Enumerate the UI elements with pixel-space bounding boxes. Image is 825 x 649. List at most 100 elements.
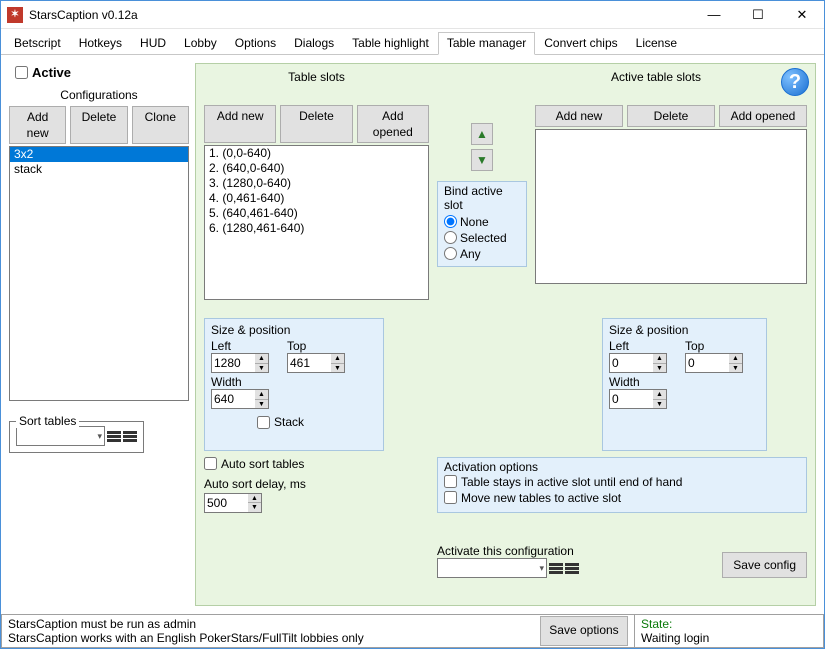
tab-license[interactable]: License bbox=[627, 32, 686, 54]
auto-sort-delay-spinner[interactable]: ▲▼ bbox=[248, 493, 262, 513]
chevron-down-icon: ▾ bbox=[97, 431, 102, 442]
status-message: StarsCaption must be run as admin StarsC… bbox=[1, 614, 534, 648]
minimize-button[interactable]: — bbox=[692, 1, 736, 29]
active-table-slots-list[interactable] bbox=[535, 129, 807, 284]
save-options-button[interactable]: Save options bbox=[540, 616, 628, 646]
config-clone-button[interactable]: Clone bbox=[132, 106, 189, 144]
active-width-input[interactable] bbox=[609, 389, 653, 409]
auto-sort-delay-input[interactable] bbox=[204, 493, 248, 513]
titlebar: ✶ StarsCaption v0.12a — ☐ ✕ bbox=[1, 1, 824, 29]
maximize-button[interactable]: ☐ bbox=[736, 1, 780, 29]
sort-tables-combo[interactable]: ▾ bbox=[16, 426, 105, 446]
active-slots-add-opened-button[interactable]: Add opened bbox=[719, 105, 807, 127]
left-spinner[interactable]: ▲▼ bbox=[255, 353, 269, 373]
table-slots-list[interactable]: 1. (0,0-640)2. (640,0-640)3. (1280,0-640… bbox=[204, 145, 429, 300]
tab-hotkeys[interactable]: Hotkeys bbox=[70, 32, 131, 54]
tab-options[interactable]: Options bbox=[226, 32, 285, 54]
table-manager-panel: ? Table slots Active table slots Add new… bbox=[195, 63, 816, 606]
width-label: Width bbox=[211, 375, 269, 389]
sort-tables-group: Sort tables ▾ bbox=[9, 421, 144, 453]
app-icon: ✶ bbox=[7, 7, 23, 23]
state-title: State: bbox=[641, 617, 817, 631]
sort-run-icon-2[interactable] bbox=[123, 426, 137, 446]
config-item[interactable]: 3x2 bbox=[10, 147, 188, 162]
active-top-input[interactable] bbox=[685, 353, 729, 373]
move-up-button[interactable]: ▲ bbox=[471, 123, 493, 145]
activate-run-icon[interactable] bbox=[549, 558, 563, 578]
tab-table-manager[interactable]: Table manager bbox=[438, 32, 535, 55]
active-width-label: Width bbox=[609, 375, 667, 389]
stack-label: Stack bbox=[274, 415, 304, 429]
active-table-slots-title: Active table slots bbox=[535, 68, 807, 99]
left-column: Active Configurations Add new Delete Clo… bbox=[9, 63, 189, 606]
configurations-label: Configurations bbox=[9, 88, 189, 102]
config-add-new-button[interactable]: Add new bbox=[9, 106, 66, 144]
bind-none-radio[interactable]: None bbox=[444, 214, 520, 230]
statusbar: StarsCaption must be run as admin StarsC… bbox=[1, 614, 824, 648]
tab-hud[interactable]: HUD bbox=[131, 32, 175, 54]
move-checkbox-row[interactable]: Move new tables to active slot bbox=[444, 490, 800, 506]
close-button[interactable]: ✕ bbox=[780, 1, 824, 29]
slot-item[interactable]: 1. (0,0-640) bbox=[205, 146, 428, 161]
auto-sort-label: Auto sort tables bbox=[221, 457, 304, 471]
slot-item[interactable]: 3. (1280,0-640) bbox=[205, 176, 428, 191]
top-spinner[interactable]: ▲▼ bbox=[331, 353, 345, 373]
active-top-spinner[interactable]: ▲▼ bbox=[729, 353, 743, 373]
left-label: Left bbox=[211, 339, 269, 353]
width-spinner[interactable]: ▲▼ bbox=[255, 389, 269, 409]
slots-add-new-button[interactable]: Add new bbox=[204, 105, 276, 143]
width-input[interactable] bbox=[211, 389, 255, 409]
active-slots-delete-button[interactable]: Delete bbox=[627, 105, 715, 127]
tab-betscript[interactable]: Betscript bbox=[5, 32, 70, 54]
bind-active-slot-title: Bind active slot bbox=[444, 184, 520, 212]
activate-run-icon-2[interactable] bbox=[565, 558, 579, 578]
auto-sort-delay-label: Auto sort delay, ms bbox=[204, 477, 429, 491]
slots-add-opened-button[interactable]: Add opened bbox=[357, 105, 429, 143]
config-delete-button[interactable]: Delete bbox=[70, 106, 127, 144]
slot-item[interactable]: 5. (640,461-640) bbox=[205, 206, 428, 221]
tab-lobby[interactable]: Lobby bbox=[175, 32, 226, 54]
slots-delete-button[interactable]: Delete bbox=[280, 105, 352, 143]
sizepos-left-title: Size & position bbox=[211, 323, 377, 337]
move-down-button[interactable]: ▼ bbox=[471, 149, 493, 171]
top-input[interactable] bbox=[287, 353, 331, 373]
slot-item[interactable]: 4. (0,461-640) bbox=[205, 191, 428, 206]
help-icon[interactable]: ? bbox=[781, 68, 809, 96]
bind-any-radio[interactable]: Any bbox=[444, 246, 520, 262]
active-slots-add-new-button[interactable]: Add new bbox=[535, 105, 623, 127]
bind-selected-radio[interactable]: Selected bbox=[444, 230, 520, 246]
active-left-label: Left bbox=[609, 339, 667, 353]
slot-item[interactable]: 2. (640,0-640) bbox=[205, 161, 428, 176]
chevron-down-icon: ▾ bbox=[539, 563, 544, 574]
configurations-list[interactable]: 3x2stack bbox=[9, 146, 189, 401]
sort-run-icon[interactable] bbox=[107, 426, 121, 446]
main-area: Active Configurations Add new Delete Clo… bbox=[1, 55, 824, 614]
stay-checkbox-row[interactable]: Table stays in active slot until end of … bbox=[444, 474, 800, 490]
active-left-spinner[interactable]: ▲▼ bbox=[653, 353, 667, 373]
activation-options-title: Activation options bbox=[444, 460, 800, 474]
active-label: Active bbox=[32, 65, 71, 80]
table-slots-title: Table slots bbox=[204, 68, 429, 99]
tab-convert-chips[interactable]: Convert chips bbox=[535, 32, 626, 54]
tab-strip: BetscriptHotkeysHUDLobbyOptionsDialogsTa… bbox=[1, 29, 824, 55]
activation-options-group: Activation options Table stays in active… bbox=[437, 457, 807, 513]
slot-item[interactable]: 6. (1280,461-640) bbox=[205, 221, 428, 236]
state-value: Waiting login bbox=[641, 631, 817, 645]
left-input[interactable] bbox=[211, 353, 255, 373]
active-width-spinner[interactable]: ▲▼ bbox=[653, 389, 667, 409]
sizepos-right-title: Size & position bbox=[609, 323, 760, 337]
tab-table-highlight[interactable]: Table highlight bbox=[343, 32, 438, 54]
active-toggle-row: Active bbox=[9, 63, 189, 86]
stack-checkbox[interactable] bbox=[257, 416, 270, 429]
status-state: State: Waiting login bbox=[634, 614, 824, 648]
save-config-button[interactable]: Save config bbox=[722, 552, 807, 578]
active-left-input[interactable] bbox=[609, 353, 653, 373]
tab-dialogs[interactable]: Dialogs bbox=[285, 32, 343, 54]
activate-config-combo[interactable]: ▾ bbox=[437, 558, 547, 578]
auto-sort-checkbox[interactable] bbox=[204, 457, 217, 470]
active-checkbox[interactable] bbox=[15, 66, 28, 79]
active-top-label: Top bbox=[685, 339, 743, 353]
top-label: Top bbox=[287, 339, 345, 353]
config-item[interactable]: stack bbox=[10, 162, 188, 177]
sort-tables-label: Sort tables bbox=[16, 414, 79, 428]
